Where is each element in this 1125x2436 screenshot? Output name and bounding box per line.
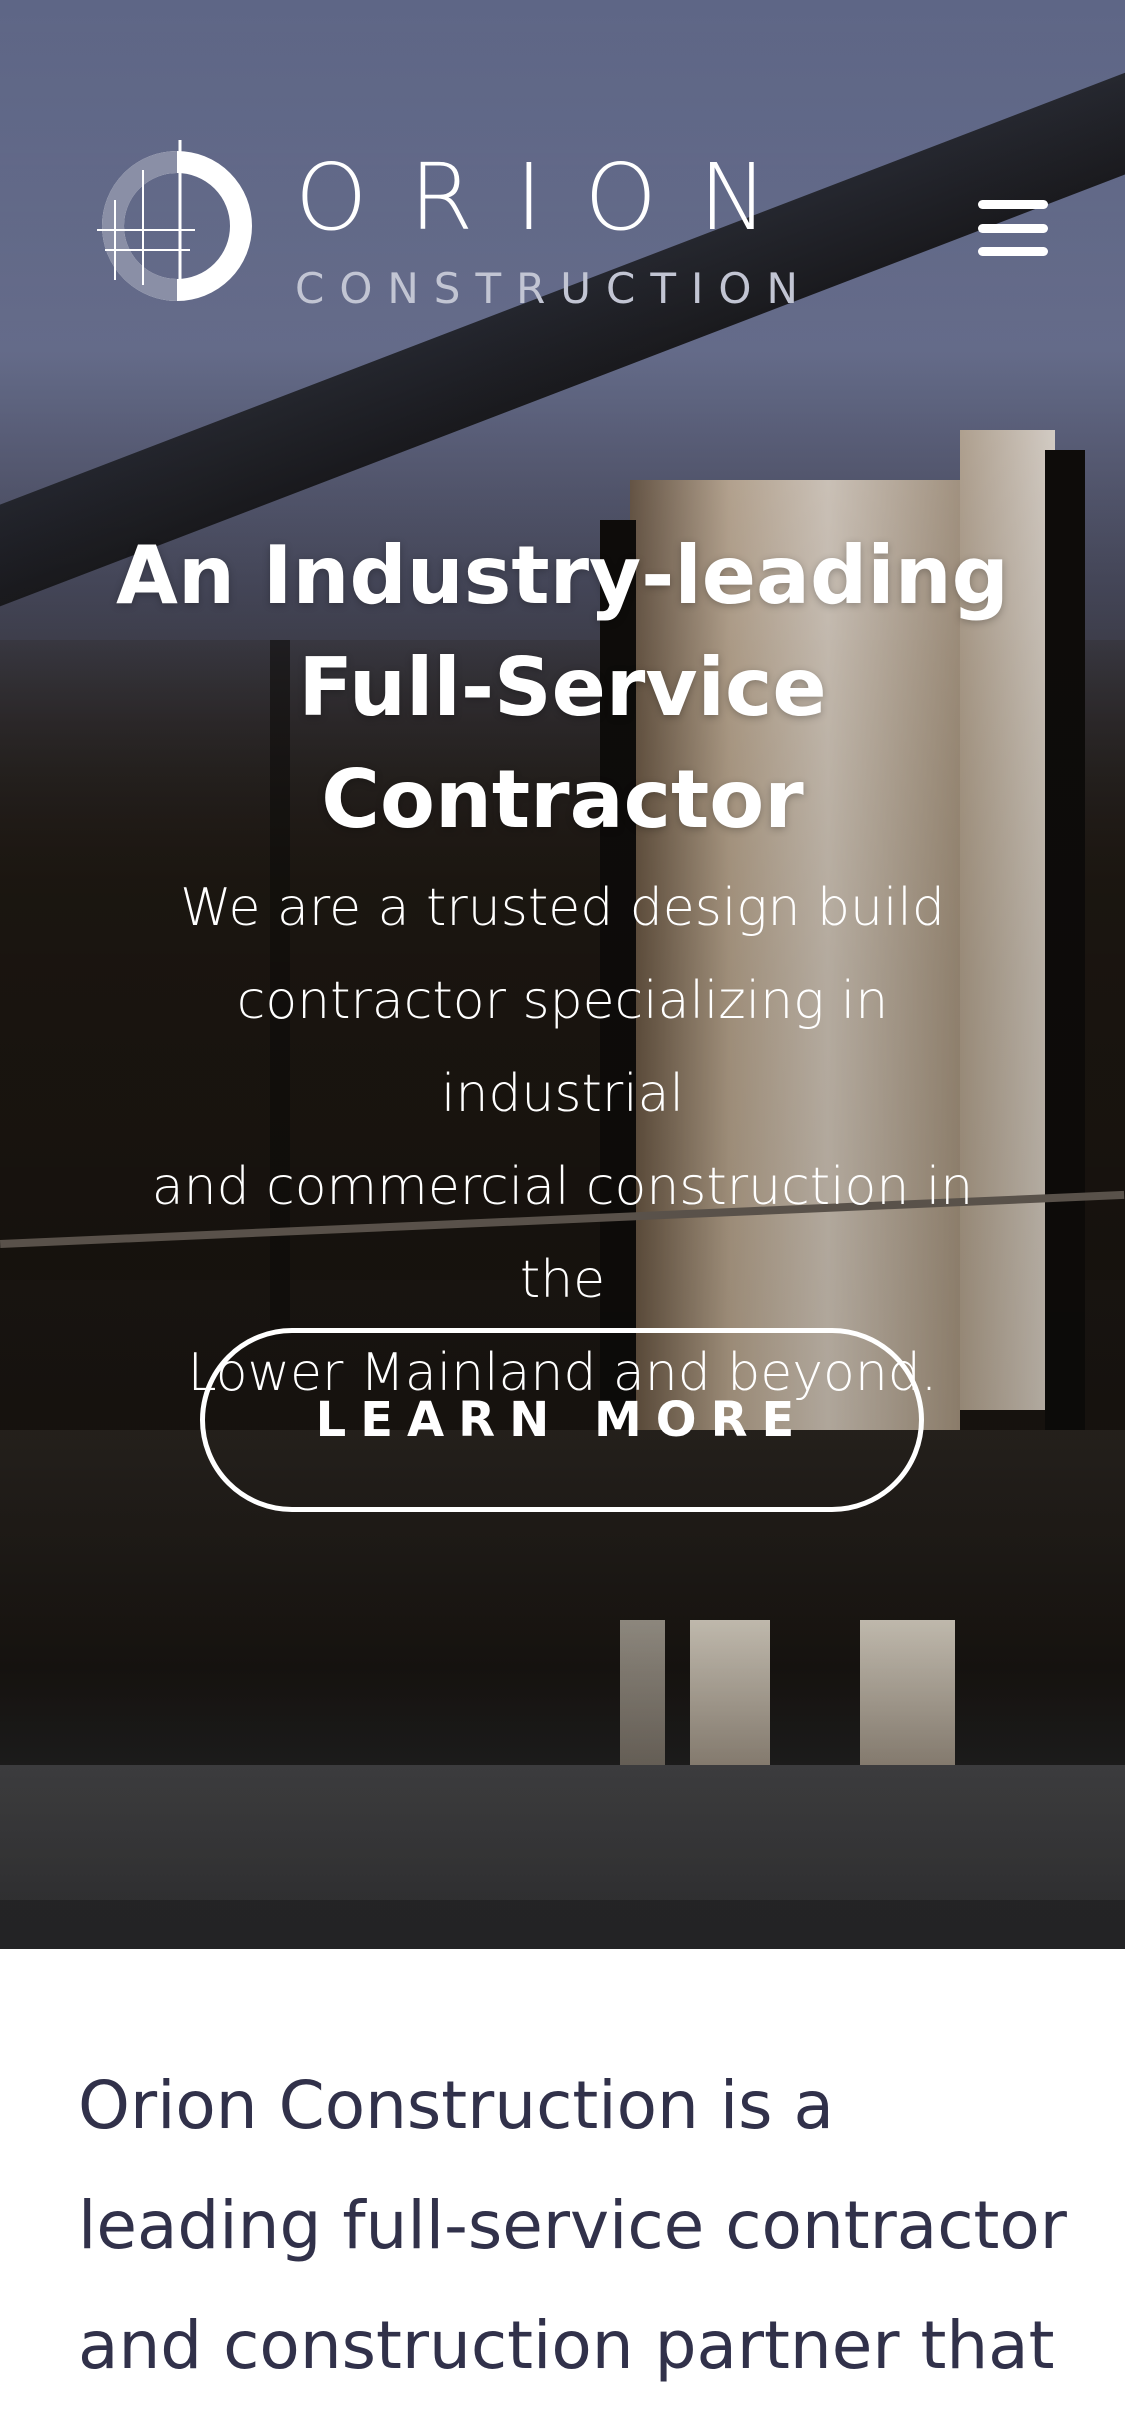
hero-section: ORION CONSTRUCTION An Industry-leading F… (0, 0, 1125, 1949)
hero-subtext-line: and commercial construction in the (151, 1157, 974, 1310)
orion-logo[interactable]: ORION CONSTRUCTION (95, 140, 845, 320)
orion-logo-icon (97, 140, 252, 301)
hero-headline-line: An Industry-leading (116, 529, 1009, 622)
brand-tagline: CONSTRUCTION (295, 264, 813, 313)
hero-subtext-line: We are a trusted design build (180, 878, 945, 938)
hero-headline-line: Full-Service (298, 641, 827, 734)
learn-more-button[interactable]: LEARN MORE (200, 1328, 924, 1512)
intro-line: Orion Construction is a (78, 2067, 834, 2144)
hero-headline-line: Contractor (321, 753, 804, 846)
hero-headline: An Industry-leading Full-Service Contrac… (60, 520, 1065, 856)
hero-subtext-line: contractor specializing in industrial (236, 971, 889, 1124)
intro-line: leading full-service contractor (78, 2187, 1067, 2264)
intro-line: and construction partner that (78, 2307, 1055, 2384)
intro-paragraph: Orion Construction is a leading full-ser… (78, 2046, 1078, 2406)
brand-name: ORION (295, 144, 810, 251)
hamburger-menu-icon[interactable] (978, 200, 1048, 256)
